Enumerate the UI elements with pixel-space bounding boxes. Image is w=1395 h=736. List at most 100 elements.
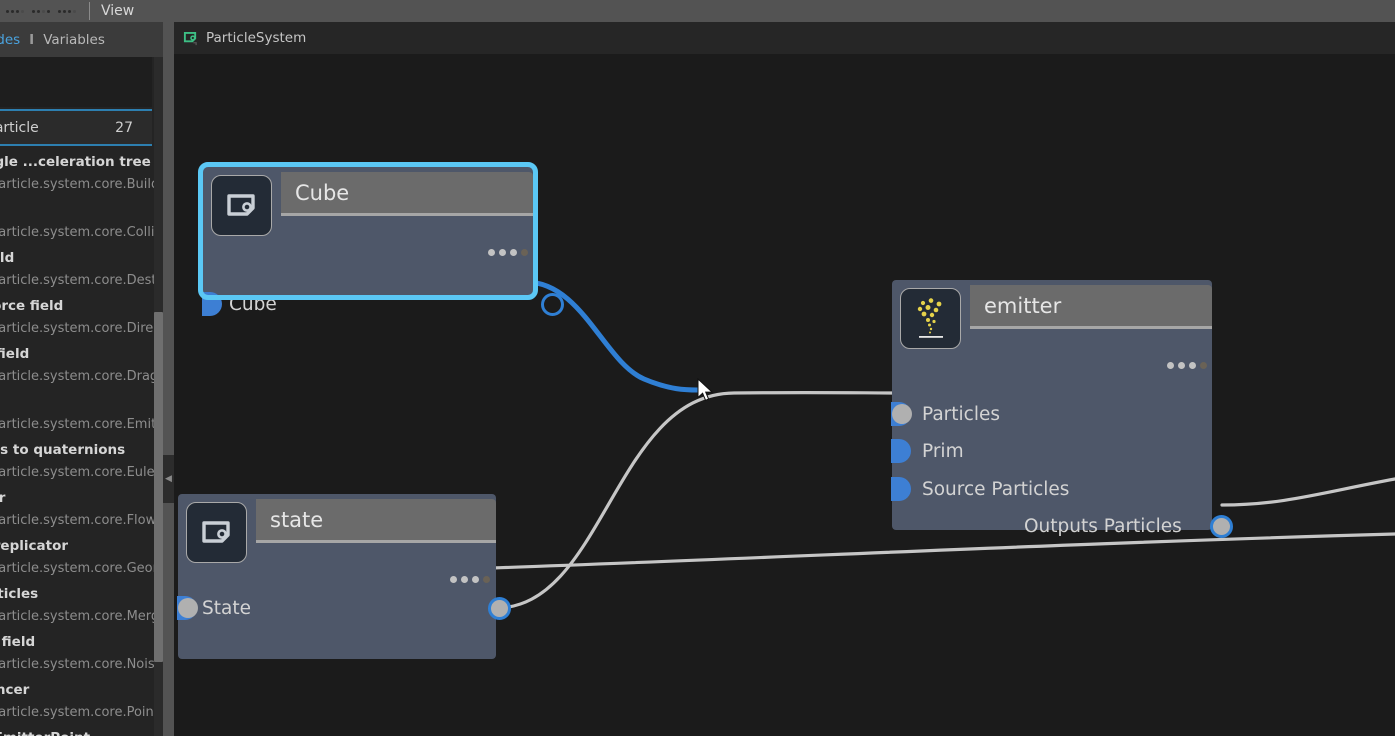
node-state-input-label-state: State [202,597,251,619]
panel-splitter[interactable] [163,22,174,736]
node-list-item-path: particle.system.core.Collide [0,225,163,240]
node-cube-icon[interactable] [211,175,272,236]
breadcrumb-item-particlesystem[interactable]: ParticleSystem [206,30,306,46]
node-category-label: Particle [0,119,39,136]
node-list-item-title: FlowEmitterPoint [0,726,163,736]
node-list-item-path: particle.system.core.DragF [0,369,163,384]
particle-system-icon [183,31,197,45]
node-list-item-title: ion force field [0,298,64,314]
node-library-panel: odes I Variables Particle 27 triangle ..… [0,22,163,736]
chevron-left-icon: ◀ [165,473,172,484]
node-list-item-title: e particles [0,586,39,602]
node-emitter-title: emitter [984,293,1062,318]
node-list-item[interactable]: orce field particle.system.core.DragF [0,342,163,390]
node-cube-header[interactable]: Cube [281,172,533,213]
option-dot [510,249,517,256]
panel-tab-bar: odes I Variables [0,22,163,57]
node-cube-input-label-cube: Cube [229,293,277,315]
node-list-item-path: particle.system.core.NoiseF [0,657,163,672]
node-list-item-path: particle.system.core.BuildA [0,177,163,192]
node-emitter-header[interactable]: emitter [970,285,1212,326]
breadcrumb: ParticleSystem [174,22,1395,54]
node-cube-input-port-cube[interactable] [202,292,222,316]
menu-item-view[interactable]: View [101,0,134,22]
tab-nodes[interactable]: odes [0,32,20,48]
node-list-item-title: etry replicator [0,538,68,554]
menu-dot [11,9,14,13]
node-list-item[interactable]: e particles particle.system.core.Merge [0,582,163,630]
node-list-item-title: triangle ...celeration tree [0,154,151,170]
node-state[interactable]: state State [177,494,511,659]
node-list-item[interactable]: FlowEmitterPointparticle.system.core.Flo… [0,726,163,736]
node-list-item[interactable]: er particle.system.core.Collide [0,198,163,246]
node-state-options-dots[interactable] [450,576,490,583]
node-emitter-output-port[interactable] [1210,515,1233,538]
node-list-item-path: particle.system.core.Geom [0,561,163,576]
node-list-item-path: particle.system.core.PointI [0,705,163,720]
node-graph-canvas[interactable]: ParticleSystem Cube Cube emitter Particl… [174,22,1395,736]
node-cube-title: Cube [295,180,350,205]
node-list-item[interactable]: triangle ...celeration tree particle.syst… [0,150,163,198]
menu-dot-group-1[interactable] [6,0,24,22]
node-category-count: 27 [115,119,133,136]
menu-dot [32,9,35,13]
panel-search-area[interactable] [0,57,152,107]
panel-scrollbar-thumb[interactable] [154,312,163,662]
node-emitter-input-row-source-particles: Source Particles [922,477,1069,501]
option-dot [450,576,457,583]
node-list-item[interactable]: angles to quaternions particle.system.cor… [0,438,163,486]
node-list-item-path: particle.system.core.FlowE [0,513,163,528]
node-emitter-icon[interactable] [900,288,961,349]
option-dot [1167,362,1174,369]
node-list-item[interactable]: oy field particle.system.core.Destro [0,246,163,294]
tab-variables[interactable]: Variables [43,32,105,48]
option-dot [461,576,468,583]
option-dot [488,249,495,256]
particle-spray-icon [917,297,943,338]
menu-dot-group-3[interactable] [58,0,76,22]
node-cube-output-port[interactable] [541,293,564,316]
node-list-item-path: particle.system.core.Direct [0,321,163,336]
node-list-item-title: oy field [0,250,15,266]
node-list-item[interactable]: instancer particle.system.core.PointI [0,678,163,726]
node-emitter-input-row-particles: Particles [922,402,1000,426]
menu-dot [63,9,66,13]
node-emitter-output-label: Outputs Particles [1024,515,1182,537]
option-dot [1189,362,1196,369]
node-list-item-path: particle.system.core.Merge [0,609,163,624]
node-emitter-output-row: Outputs Particles [1024,514,1182,538]
menu-dot [16,9,19,13]
node-list-item[interactable]: etry replicator particle.system.core.Geom [0,534,163,582]
node-list-item-path: particle.system.core.EulerA [0,465,163,480]
menu-dot [73,9,76,13]
node-state-icon[interactable] [186,502,247,563]
panel-collapse-button[interactable]: ◀ [163,455,174,503]
node-list-item-title: er [0,198,163,222]
wire-state-to-emitter [494,390,903,610]
option-dot [483,576,490,583]
node-category-particle[interactable]: Particle 27 [0,109,152,146]
node-state-header[interactable]: state [256,499,496,540]
node-list-item-title: er [0,390,163,414]
node-list-item[interactable]: er particle.system.core.Emitte [0,390,163,438]
menu-divider [89,2,90,20]
node-list-item[interactable]: mitter particle.system.core.FlowE [0,486,163,534]
node-cube-options-dots[interactable] [488,249,528,256]
node-state-title: state [270,507,324,532]
node-state-output-port[interactable] [488,597,511,620]
node-list-item[interactable]: force field particle.system.core.NoiseF [0,630,163,678]
node-state-header-underline [256,540,496,543]
node-cube-input-row-cube: Cube [229,292,277,316]
node-list-item-title: orce field [0,346,30,362]
node-cube[interactable]: Cube Cube [202,167,564,316]
menu-dot [6,9,9,13]
menu-dot-group-2[interactable] [32,0,50,22]
node-list-item[interactable]: ion force field particle.system.core.Dire… [0,294,163,342]
tab-separator: I [29,31,35,48]
option-dot [521,249,528,256]
node-emitter-options-dots[interactable] [1167,362,1207,369]
node-list-item-path: particle.system.core.Destro [0,273,163,288]
menu-dot [42,9,45,13]
wire-emitter-output-right [1220,477,1395,507]
node-emitter[interactable]: emitter Particles Prim Source Particles … [891,280,1233,538]
